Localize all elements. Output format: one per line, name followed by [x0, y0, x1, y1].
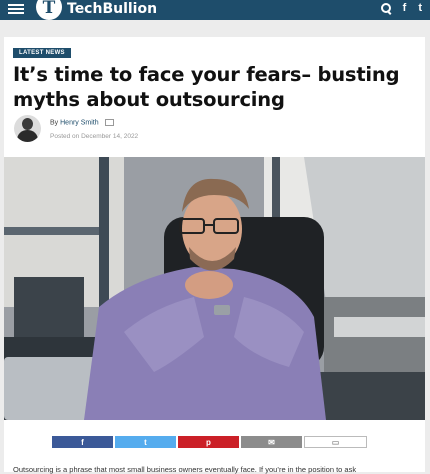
- post-date: Posted on December 14, 2022: [50, 133, 139, 140]
- share-twitter-button[interactable]: t: [115, 436, 176, 448]
- facebook-icon[interactable]: f: [403, 2, 407, 14]
- site-logo[interactable]: T: [36, 0, 62, 20]
- logo-letter: T: [42, 0, 56, 18]
- comment-button[interactable]: ▭: [304, 436, 367, 448]
- search-icon[interactable]: [380, 3, 391, 13]
- avatar-body-shape: [17, 130, 38, 142]
- share-bar: f t p ✉ ▭: [52, 436, 367, 448]
- avatar-head-shape: [22, 118, 33, 130]
- author-avatar[interactable]: [14, 115, 41, 142]
- email-author-icon[interactable]: [104, 119, 114, 126]
- share-email-button[interactable]: ✉: [241, 436, 302, 448]
- category-badge[interactable]: LATEST NEWS: [13, 48, 71, 58]
- article-intro: Outsourcing is a phrase that most small …: [13, 465, 357, 474]
- by-label: By: [50, 119, 59, 127]
- byline: By Henry Smith: [50, 119, 114, 126]
- site-name[interactable]: TechBullion: [67, 1, 157, 17]
- share-facebook-button[interactable]: f: [52, 436, 113, 448]
- author-link[interactable]: Henry Smith: [60, 119, 99, 126]
- featured-image: [4, 157, 425, 420]
- share-pinterest-button[interactable]: p: [178, 436, 239, 448]
- twitter-icon[interactable]: t: [418, 2, 422, 14]
- office-photo-illustration: [4, 157, 425, 420]
- top-navbar: T TechBullion f t: [0, 0, 430, 20]
- article-title: It’s time to face your fears– busting my…: [13, 63, 400, 111]
- menu-icon[interactable]: [8, 2, 24, 15]
- top-icons: f t: [380, 2, 422, 14]
- article-card: LATEST NEWS It’s time to face your fears…: [4, 37, 425, 474]
